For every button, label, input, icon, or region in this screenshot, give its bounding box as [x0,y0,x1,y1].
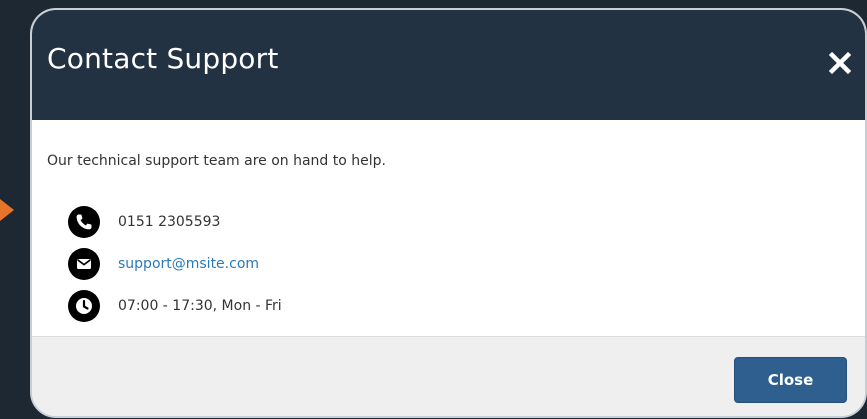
dialog-body: Our technical support team are on hand t… [32,120,865,336]
arrow-marker-icon [0,199,14,221]
dialog-title: Contact Support [47,42,279,75]
support-email-link[interactable]: support@msite.com [118,256,259,272]
hours-row: 07:00 - 17:30, Mon - Fri [68,290,282,322]
close-button[interactable]: Close [734,357,847,403]
support-hours: 07:00 - 17:30, Mon - Fri [118,298,282,314]
intro-text: Our technical support team are on hand t… [47,153,386,169]
envelope-icon [68,248,100,280]
clock-icon [68,290,100,322]
phone-row: 0151 2305593 [68,206,220,238]
dialog-header: Contact Support [32,10,865,120]
dialog-footer: Close [32,336,865,416]
phone-number: 0151 2305593 [118,214,221,230]
contact-support-dialog: Contact Support Our technical support te… [30,8,867,418]
email-row: support@msite.com [68,248,259,280]
close-icon[interactable] [825,48,855,78]
phone-icon [68,206,100,238]
